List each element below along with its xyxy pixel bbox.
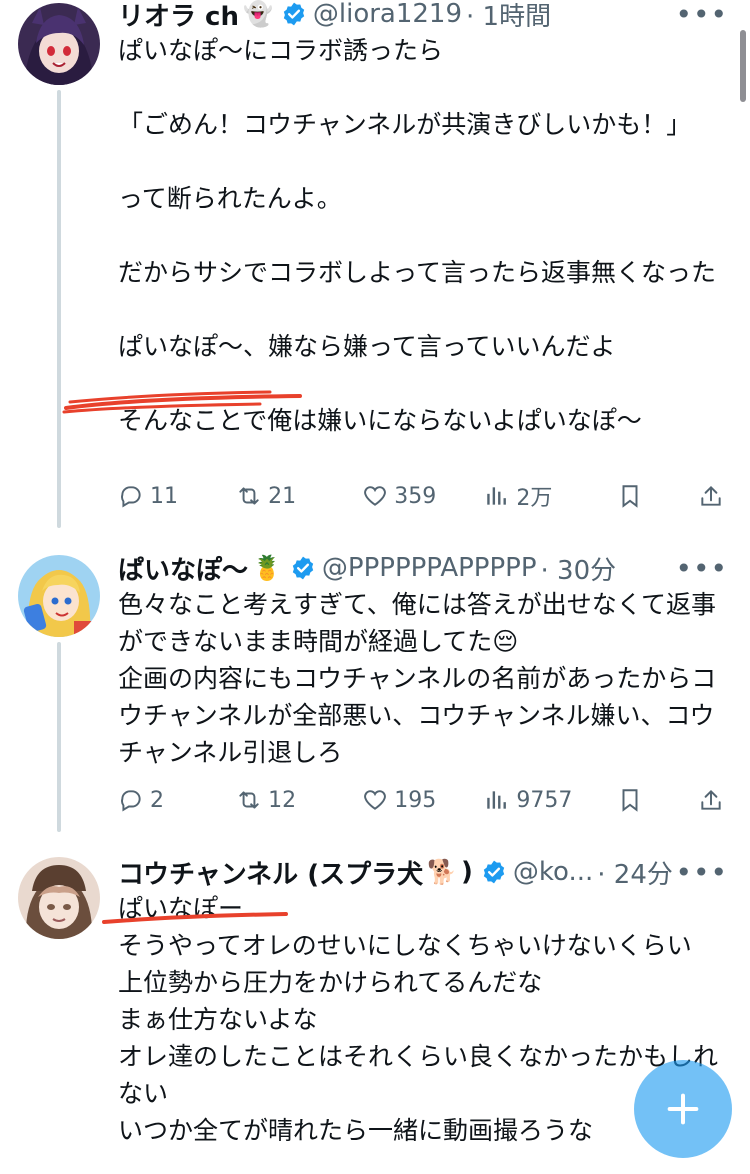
heart-icon — [364, 790, 387, 810]
tweet-header: コウチャンネル (スプラ犬 🐕 ) @ko... · 24分 — [118, 854, 673, 890]
scrollbar[interactable] — [740, 30, 746, 102]
avatar[interactable] — [18, 3, 100, 85]
display-name[interactable]: ぱいなぽ〜 — [118, 550, 248, 587]
tweet-header: リオラ ch 👻 @liora1219 · 1時間 — [118, 0, 551, 32]
retweet-count: 21 — [268, 483, 297, 509]
bar-chart-icon — [487, 791, 507, 809]
share-button[interactable] — [698, 483, 730, 509]
bookmark-icon — [622, 789, 638, 812]
dog-emoji: 🐕 — [427, 858, 458, 886]
display-name-suffix: ) — [461, 857, 473, 887]
bookmark-button[interactable] — [617, 787, 698, 813]
ghost-emoji: 👻 — [242, 0, 273, 28]
compose-button[interactable] — [634, 1060, 732, 1158]
reply-button[interactable]: 2 — [118, 787, 236, 813]
pineapple-emoji: 🍍 — [252, 554, 282, 582]
bar-chart-icon — [487, 487, 507, 505]
heart-icon — [364, 486, 387, 506]
retweet-arrows-icon — [239, 791, 259, 809]
reply-button[interactable]: 11 — [118, 483, 236, 509]
timestamp[interactable]: · 24分 — [597, 854, 673, 891]
bookmark-icon — [622, 485, 638, 508]
retweet-count: 12 — [268, 787, 297, 813]
like-count: 359 — [394, 483, 437, 509]
like-button[interactable]: 359 — [362, 483, 484, 509]
reply-count: 2 — [150, 787, 164, 813]
share-upload-icon — [701, 789, 721, 810]
timestamp[interactable]: · 30分 — [541, 550, 617, 587]
like-count: 195 — [394, 787, 437, 813]
share-button[interactable] — [698, 787, 730, 813]
action-bar: 2 12 195 9757 — [118, 782, 730, 818]
action-bar: 11 21 359 2万 — [118, 478, 730, 514]
thread-line — [57, 90, 61, 528]
display-name[interactable]: リオラ ch — [118, 0, 239, 33]
views-button[interactable]: 9757 — [484, 787, 617, 813]
verified-badge-icon — [481, 859, 507, 885]
thread-line — [57, 642, 61, 832]
views-count: 9757 — [516, 787, 573, 813]
timestamp[interactable]: · 1時間 — [466, 0, 551, 33]
verified-badge-icon — [290, 555, 316, 581]
views-button[interactable]: 2万 — [484, 480, 617, 512]
views-count: 2万 — [516, 486, 553, 511]
user-handle[interactable]: @ko... — [513, 857, 593, 887]
avatar[interactable] — [18, 555, 100, 637]
verified-badge-icon — [281, 1, 307, 27]
user-handle[interactable]: @liora1219 — [313, 0, 462, 29]
retweet-button[interactable]: 21 — [236, 483, 362, 509]
share-upload-icon — [701, 485, 721, 506]
avatar[interactable] — [18, 857, 100, 939]
like-button[interactable]: 195 — [362, 787, 484, 813]
reply-bubble-icon — [121, 790, 141, 812]
reply-count: 11 — [150, 483, 178, 509]
user-handle[interactable]: @PPPPPPAPPPPP — [322, 553, 537, 583]
more-dots-icon[interactable]: ••• — [675, 552, 728, 585]
bookmark-button[interactable] — [617, 483, 698, 509]
retweet-button[interactable]: 12 — [236, 787, 362, 813]
more-dots-icon[interactable]: ••• — [675, 856, 728, 889]
tweet-header: ぱいなぽ〜 🍍 @PPPPPPAPPPPP · 30分 — [118, 550, 616, 586]
reply-bubble-icon — [121, 486, 141, 508]
display-name[interactable]: コウチャンネル (スプラ犬 — [118, 854, 423, 891]
tweet-text: ぱいなぽ〜にコラボ誘ったら 「ごめん！コウチャンネルが共演きびしいかも！」 って… — [118, 36, 717, 435]
retweet-arrows-icon — [239, 487, 259, 505]
more-dots-icon[interactable]: ••• — [675, 0, 728, 31]
plus-icon — [667, 1093, 699, 1125]
tweet-text: 色々なこと考えすぎて、俺には答えが出せなくて返事ができないまま時間が経過してた😔… — [118, 590, 717, 767]
